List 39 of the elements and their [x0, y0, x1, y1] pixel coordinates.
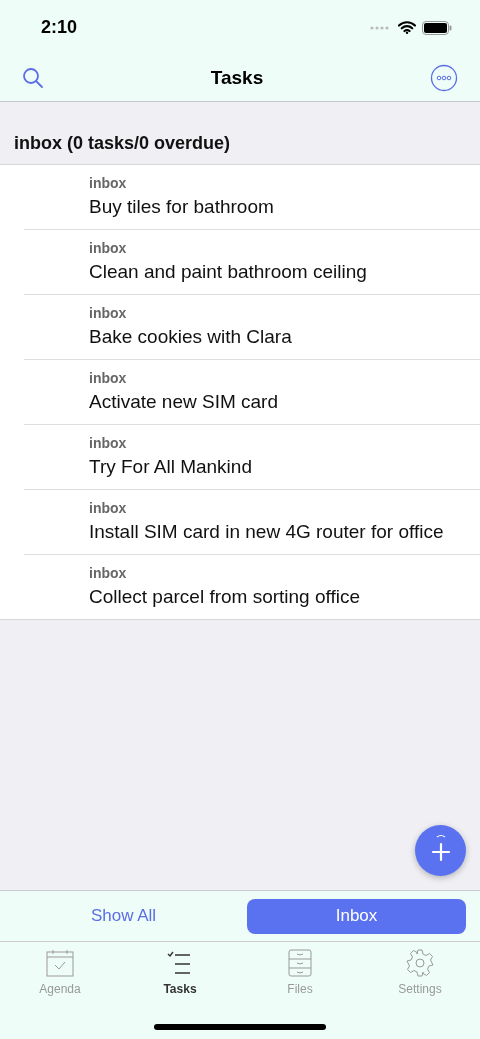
task-list-label: inbox — [89, 500, 128, 516]
status-time: 2:10 — [41, 17, 78, 38]
screen-title: Tasks — [210, 67, 264, 89]
search-icon[interactable] — [22, 67, 44, 89]
task-item[interactable]: inbox Buy tiles for bathroom — [0, 165, 480, 230]
more-icon[interactable] — [430, 64, 458, 92]
filter-tab[interactable]: Inbox — [247, 898, 466, 934]
task-list-label: inbox — [89, 305, 128, 321]
task-item[interactable]: inbox Bake cookies with Clara — [0, 295, 480, 360]
tab-label: Settings — [398, 982, 442, 996]
task-item[interactable]: inbox Install SIM card in new 4G router for office — [0, 490, 480, 555]
task-title: Buy tiles for bathroom — [89, 195, 275, 218]
wifi-icon — [398, 21, 416, 34]
task-list-label: inbox — [89, 435, 128, 451]
tab-label: Tasks — [163, 982, 197, 996]
task-title: Bake cookies with Clara — [89, 325, 293, 348]
task-title: Install SIM card in new 4G router for office — [89, 520, 445, 543]
tab-label: Files — [287, 982, 313, 996]
task-title: Collect parcel from sorting office — [89, 585, 362, 608]
battery-icon — [422, 20, 452, 35]
task-title: Clean and paint bathroom ceiling — [89, 260, 368, 283]
task-item[interactable]: inbox Activate new SIM card — [0, 360, 480, 425]
task-list-label: inbox — [89, 565, 128, 581]
task-title: Try For All Mankind — [89, 455, 253, 478]
tab-label: Agenda — [39, 982, 81, 996]
task-item[interactable]: inbox Clean and paint bathroom ceiling — [0, 230, 480, 295]
task-title: Activate new SIM card — [89, 390, 280, 413]
file-cabinet-icon — [288, 948, 312, 978]
add-button[interactable] — [415, 825, 466, 876]
task-item[interactable]: inbox Collect parcel from sorting office — [0, 555, 480, 619]
task-item[interactable]: inbox Try For All Mankind — [0, 425, 480, 490]
calendar-icon — [46, 948, 74, 978]
tab-item[interactable]: Tasks — [120, 948, 240, 1039]
filter-tab[interactable]: Show All — [14, 898, 233, 934]
task-list-label: inbox — [89, 175, 128, 191]
task-list-label: inbox — [89, 370, 128, 386]
task-list-label: inbox — [89, 240, 128, 256]
section-header: inbox (0 tasks/0 overdue) — [14, 133, 231, 154]
settings-icon — [405, 948, 435, 978]
